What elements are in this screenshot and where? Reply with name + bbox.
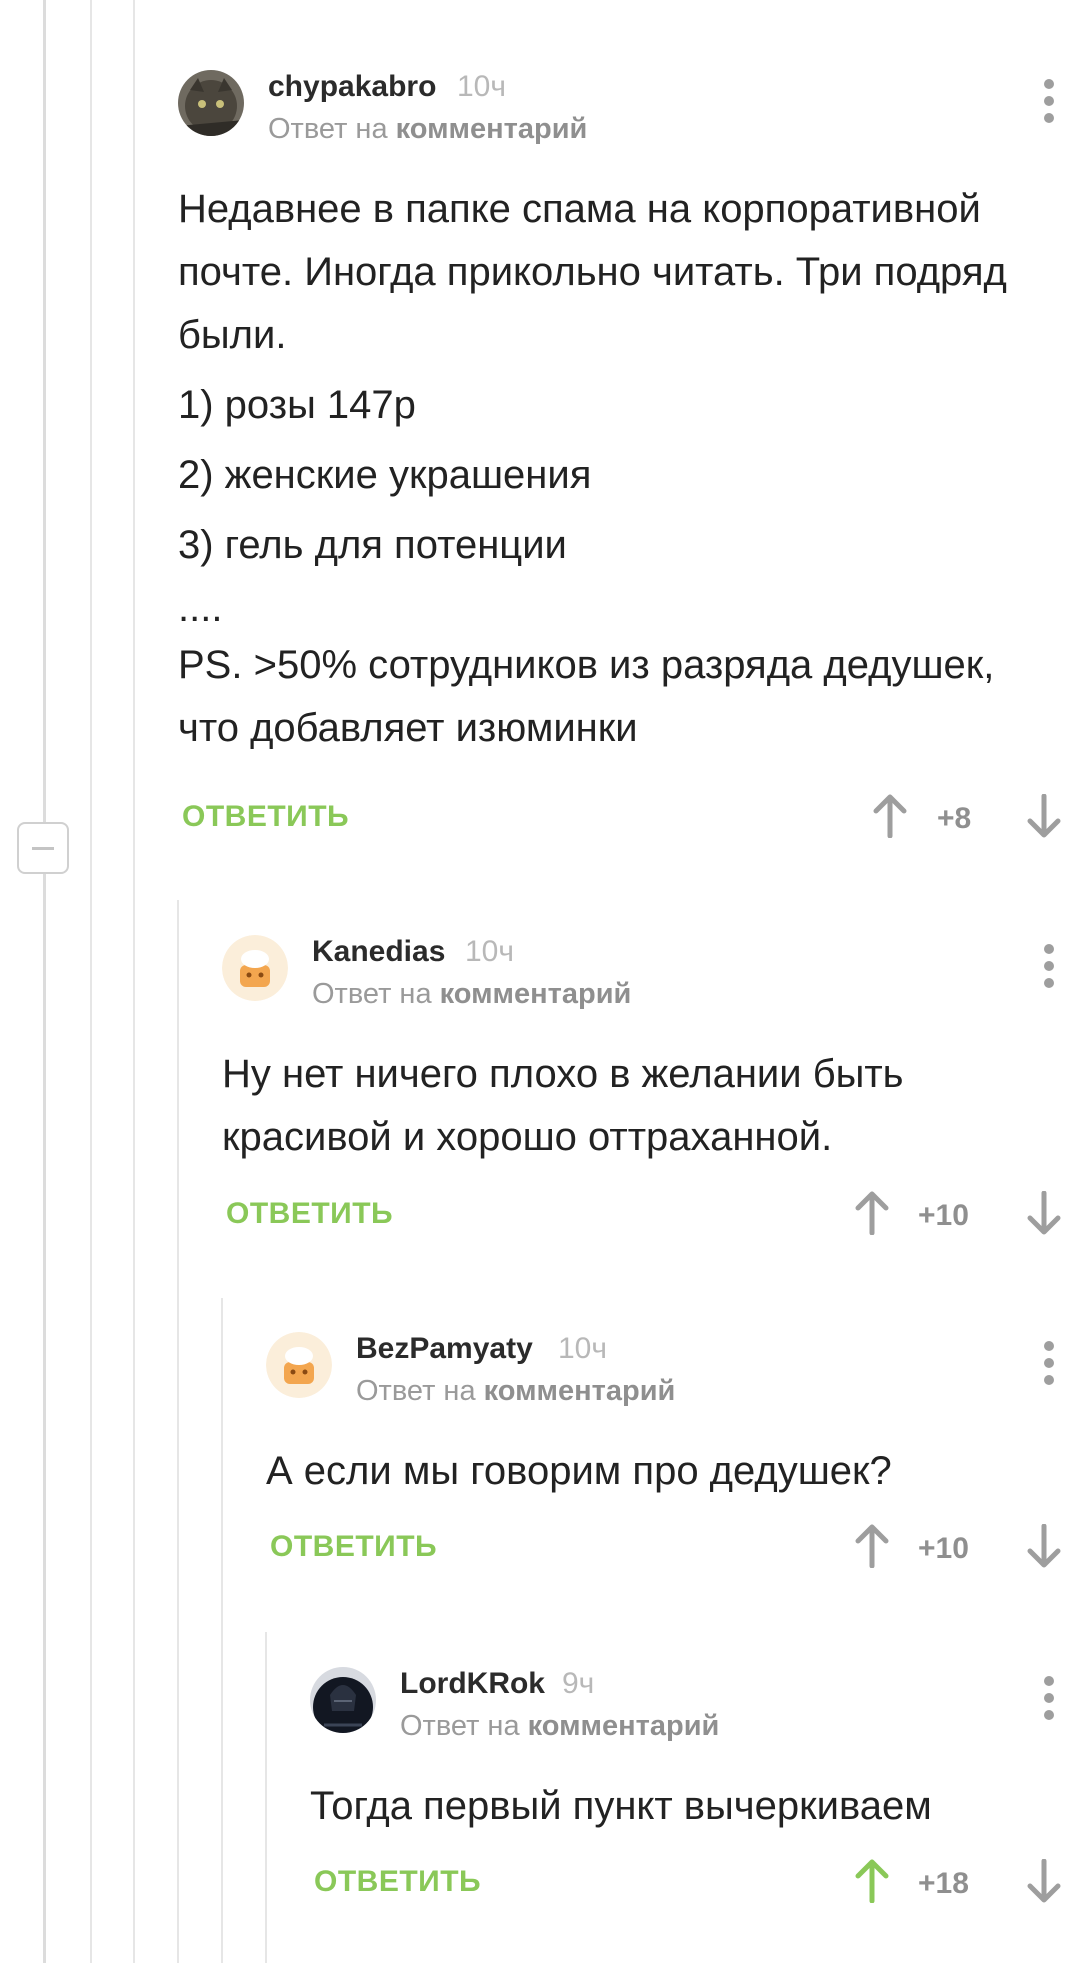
more-vertical-icon[interactable] bbox=[1044, 1676, 1054, 1727]
arrow-down-icon[interactable] bbox=[1024, 1191, 1064, 1235]
arrow-down-icon[interactable] bbox=[1024, 1859, 1064, 1903]
comment-paragraph: .... bbox=[178, 586, 223, 630]
more-vertical-icon[interactable] bbox=[1044, 944, 1054, 995]
comment-paragraph: А если мы говорим про дедушек? bbox=[266, 1449, 892, 1493]
arrow-up-icon[interactable] bbox=[852, 1191, 892, 1235]
avatar[interactable] bbox=[178, 70, 244, 136]
avatar[interactable] bbox=[266, 1332, 332, 1398]
thread-line bbox=[90, 0, 92, 1963]
author-name[interactable]: LordKRok bbox=[400, 1667, 545, 1701]
thread-line bbox=[265, 1632, 267, 1963]
comment-body: Ну нет ничего плохо в желании быть краси… bbox=[222, 1043, 1060, 1169]
reply-button[interactable]: ОТВЕТИТЬ bbox=[270, 1530, 437, 1564]
reply-to: Ответ на комментарий bbox=[312, 978, 631, 1011]
arrow-up-icon[interactable] bbox=[852, 1859, 892, 1903]
reply-to: Ответ на комментарий bbox=[356, 1375, 675, 1408]
comment-time: 10ч bbox=[457, 70, 506, 103]
comment-paragraph: 3) гель для потенции bbox=[178, 523, 567, 567]
reply-to: Ответ на комментарий bbox=[400, 1710, 719, 1743]
arrow-down-icon[interactable] bbox=[1024, 794, 1064, 838]
comment-paragraph: 2) женские украшения bbox=[178, 453, 592, 497]
reply-to-prefix: Ответ на bbox=[400, 1710, 520, 1742]
reply-to-link[interactable]: комментарий bbox=[440, 978, 632, 1010]
comment-paragraph: Ну нет ничего плохо в желании быть краси… bbox=[222, 1052, 904, 1159]
reply-to-link[interactable]: комментарий bbox=[396, 113, 588, 145]
reply-to-link[interactable]: комментарий bbox=[528, 1710, 720, 1742]
reply-to-prefix: Ответ на bbox=[268, 113, 388, 145]
vote-score: +10 bbox=[918, 1199, 969, 1232]
default-pikabu-avatar-icon bbox=[266, 1332, 332, 1398]
vote-score: +18 bbox=[918, 1867, 969, 1900]
more-vertical-icon[interactable] bbox=[1044, 79, 1054, 130]
reply-to-prefix: Ответ на bbox=[356, 1375, 476, 1407]
comment-time: 10ч bbox=[558, 1332, 607, 1365]
comment-paragraph: PS. >50% сотрудников из разряда дедушек,… bbox=[178, 643, 995, 750]
thread-line bbox=[221, 1298, 223, 1963]
more-vertical-icon[interactable] bbox=[1044, 1341, 1054, 1392]
reply-button[interactable]: ОТВЕТИТЬ bbox=[226, 1197, 393, 1231]
arrow-up-icon[interactable] bbox=[852, 1524, 892, 1568]
reply-button[interactable]: ОТВЕТИТЬ bbox=[182, 800, 349, 834]
reply-to-prefix: Ответ на bbox=[312, 978, 432, 1010]
arrow-down-icon[interactable] bbox=[1024, 1524, 1064, 1568]
cat-photo-avatar-icon bbox=[178, 70, 244, 136]
comment-paragraph: 1) розы 147р bbox=[178, 383, 416, 427]
reply-button[interactable]: ОТВЕТИТЬ bbox=[314, 1865, 481, 1899]
collapse-thread-button[interactable] bbox=[17, 822, 69, 874]
comment-paragraph: Недавнее в папке спама на корпоративной … bbox=[178, 187, 1007, 357]
arrow-up-icon[interactable] bbox=[870, 794, 910, 838]
avatar[interactable] bbox=[310, 1667, 376, 1733]
thread-line bbox=[177, 900, 179, 1963]
comment-body: А если мы говорим про дедушек? bbox=[266, 1440, 1060, 1503]
comment-time: 9ч bbox=[562, 1667, 595, 1700]
author-name[interactable]: chypakabro bbox=[268, 70, 436, 104]
reply-to-link[interactable]: комментарий bbox=[484, 1375, 676, 1407]
thread-line bbox=[133, 0, 135, 1963]
avatar[interactable] bbox=[222, 935, 288, 1001]
comment-body: Тогда первый пункт вычеркиваем bbox=[310, 1775, 1060, 1838]
default-pikabu-avatar-icon bbox=[222, 935, 288, 1001]
thread-line-root bbox=[43, 0, 46, 1963]
reply-to: Ответ на комментарий bbox=[268, 113, 587, 146]
comment-body: Недавнее в папке спама на корпоративной … bbox=[178, 178, 1060, 760]
vote-score: +10 bbox=[918, 1532, 969, 1565]
comment-time: 10ч bbox=[465, 935, 514, 968]
comment-paragraph: Тогда первый пункт вычеркиваем bbox=[310, 1784, 932, 1828]
author-name[interactable]: BezPamyaty bbox=[356, 1332, 533, 1366]
dark-armor-avatar-icon bbox=[310, 1667, 376, 1733]
author-name[interactable]: Kanedias bbox=[312, 935, 445, 969]
vote-score: +8 bbox=[937, 802, 972, 835]
